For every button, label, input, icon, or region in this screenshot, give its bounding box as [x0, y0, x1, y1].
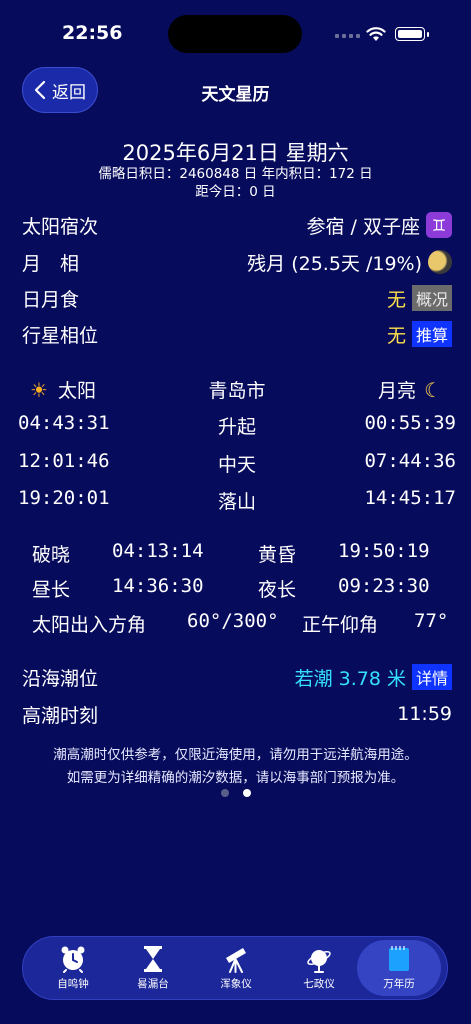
page-indicator[interactable]	[221, 789, 251, 797]
battery-icon	[395, 27, 429, 41]
day-length-value: 14:36:30	[112, 575, 204, 597]
sun-icon: ☀	[30, 377, 48, 402]
moon-set-time: 14:45:17	[364, 487, 456, 509]
tide-level-label: 沿海潮位	[22, 667, 99, 690]
moon-phase-row: 月 相 残月 (25.5天 /19%)	[22, 247, 452, 277]
tab-calendar[interactable]: 万年历	[357, 940, 441, 996]
set-row: 19:20:01 落山 14:45:17	[18, 487, 456, 514]
hourglass-icon	[144, 946, 162, 972]
tab-label: 万年历	[383, 978, 415, 990]
planet-value: 无	[386, 324, 406, 347]
set-label: 落山	[217, 491, 256, 513]
high-tide-row: 高潮时刻 11:59	[22, 699, 452, 729]
eclipse-label: 日月食	[22, 288, 80, 311]
high-tide-value: 11:59	[397, 703, 452, 725]
moon-phase-label: 月 相	[22, 252, 80, 275]
sun-station-row: 太阳宿次 参宿 / 双子座 ♊	[22, 210, 452, 240]
city-name[interactable]: 青岛市	[172, 376, 302, 403]
sun-rise-time: 04:43:31	[18, 412, 110, 434]
dusk-label: 黄昏	[258, 544, 297, 566]
tab-label: 晷漏台	[137, 978, 169, 990]
noon-altitude-label: 正午仰角	[302, 614, 379, 636]
moon-header: 月亮	[378, 380, 417, 402]
tab-label: 自鸣钟	[57, 978, 89, 990]
tab-bar: 自鸣钟 晷漏台 浑象仪 七政仪 万年历	[22, 936, 448, 1000]
noon-altitude-value: 77°	[414, 610, 449, 632]
sun-set-time: 19:20:01	[18, 487, 110, 509]
moon-phase-icon	[428, 250, 452, 274]
transit-label: 中天	[217, 454, 256, 476]
julian-day: 儒略日积日：2460848 日 年内积日：172 日	[98, 166, 373, 182]
tab-telescope[interactable]: 浑象仪	[194, 937, 278, 999]
moon-transit-time: 07:44:36	[364, 450, 456, 472]
page-dot-2[interactable]	[243, 789, 251, 797]
tab-alarm-clock[interactable]: 自鸣钟	[31, 937, 115, 999]
dusk-value: 19:50:19	[338, 540, 430, 562]
cellular-signal-icon	[335, 34, 360, 38]
status-time: 22:56	[62, 22, 123, 44]
sun-transit-time: 12:01:46	[18, 450, 110, 472]
page-dot-1[interactable]	[221, 789, 229, 797]
rise-row: 04:43:31 升起 00:55:39	[18, 412, 456, 439]
tab-hourglass[interactable]: 晷漏台	[111, 937, 195, 999]
high-tide-label: 高潮时刻	[22, 704, 99, 727]
azimuth-label: 太阳出入方角	[32, 614, 147, 636]
tide-details-button[interactable]: 详情	[411, 664, 452, 690]
night-length-label: 夜长	[258, 579, 297, 601]
eclipse-value: 无	[386, 288, 406, 311]
moon-phase-value: 残月 (25.5天 /19%)	[247, 252, 422, 275]
planet-calc-button[interactable]: 推算	[411, 321, 452, 347]
eclipse-overview-button[interactable]: 概况	[411, 285, 452, 311]
gemini-icon: ♊	[426, 212, 452, 238]
dawn-label: 破晓	[32, 544, 71, 566]
page-title: 天文星历	[201, 85, 270, 105]
tab-label: 浑象仪	[220, 978, 252, 990]
night-length-value: 09:23:30	[338, 575, 430, 597]
days-from-today: 距今日：0 日	[195, 184, 276, 200]
tab-planet[interactable]: 七政仪	[277, 937, 361, 999]
disclaimer-line-1: 潮高潮时仅供参考，仅限近海使用，请勿用于远洋航海用途。	[53, 747, 418, 763]
wifi-icon	[366, 27, 386, 41]
dawn-value: 04:13:14	[112, 540, 204, 562]
calendar-icon	[389, 946, 409, 971]
day-length-label: 昼长	[32, 579, 71, 601]
azimuth-value: 60°/300°	[187, 610, 279, 632]
transit-row: 12:01:46 中天 07:44:36	[18, 450, 456, 477]
sun-header: 太阳	[57, 380, 96, 402]
crescent-moon-icon: ☾	[424, 377, 442, 402]
dynamic-island	[168, 15, 302, 53]
tide-level-row: 沿海潮位 若潮 3.78 米 详情	[22, 662, 452, 692]
planet-row: 行星相位 无 推算	[22, 319, 452, 349]
disclaimer-line-2: 如需更为详细精确的潮汐数据，请以海事部门预报为准。	[66, 770, 405, 786]
eclipse-row: 日月食 无 概况	[22, 283, 452, 313]
sun-station-label: 太阳宿次	[22, 215, 99, 238]
rise-set-header: ☀ 太阳 青岛市 月亮 ☾	[18, 376, 456, 403]
moon-rise-time: 00:55:39	[364, 412, 456, 434]
telescope-icon	[226, 948, 246, 973]
sun-station-value: 参宿 / 双子座	[306, 215, 420, 238]
planet-icon	[307, 950, 331, 973]
tide-level-value: 若潮 3.78 米	[294, 667, 406, 690]
alarm-clock-icon	[61, 946, 85, 973]
rise-label: 升起	[217, 416, 256, 438]
tab-label: 七政仪	[303, 978, 335, 990]
planet-label: 行星相位	[22, 324, 99, 347]
